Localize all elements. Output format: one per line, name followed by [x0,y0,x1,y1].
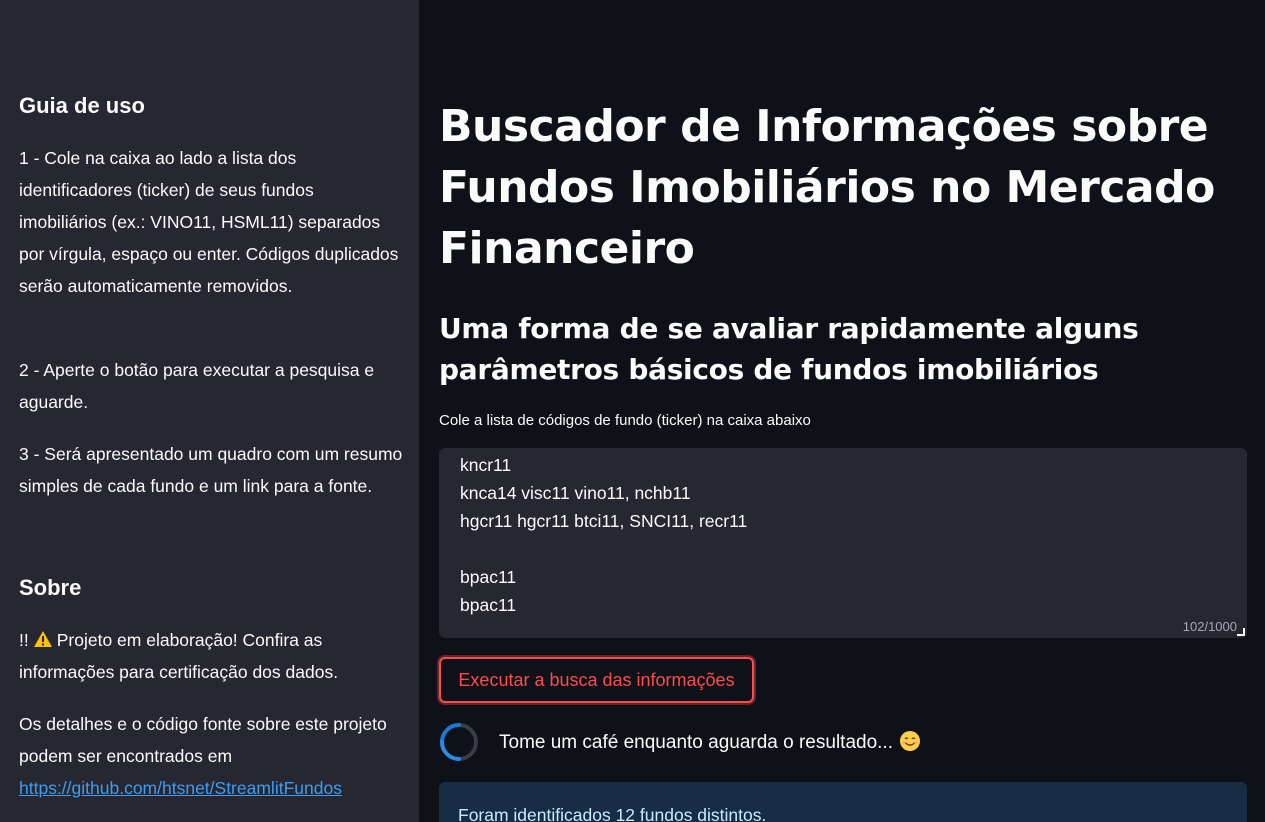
about-details-text: Os detalhes e o código fonte sobre este … [19,714,387,766]
guide-step-1: 1 - Cole na caixa ao lado a lista dos id… [19,148,399,296]
warning-icon [33,631,52,647]
smiling-face-icon [899,731,920,751]
char-counter: 102/1000 [1182,619,1237,634]
notice-prefix: !! [19,630,29,650]
run-search-button[interactable]: Executar a busca das informações [439,657,754,703]
textarea-line: bpac11 [460,595,517,615]
ticker-textarea[interactable]: kncr11 knca14 visc11 vino11, nchb11 hgcr… [439,448,1247,638]
page-subtitle: Uma forma de se avaliar rapidamente algu… [439,312,1139,386]
about-notice: !! Projeto em elaboração! Confira as info… [19,624,404,688]
spinner-message-text: Tome um café enquanto aguarda o resultad… [499,732,893,753]
github-link[interactable]: https://github.com/htsnet/StreamlitFundo… [19,778,342,798]
info-alert: Foram identificados 12 fundos distintos. [439,782,1247,822]
about-title: Sobre [19,575,82,600]
guide-step-2: 2 - Aperte o botão para executar a pesqu… [19,360,375,412]
notice-text: Projeto em elaboração! Confira as inform… [19,630,339,682]
textarea-line: bpac11 [460,567,517,587]
main-content: Buscador de Informações sobre Fundos Imo… [419,0,1265,822]
app: Guia de uso 1 - Cole na caixa ao lado a … [0,0,1265,822]
page-title: Buscador de Informações sobre Fundos Imo… [439,101,1215,274]
sidebar: Guia de uso 1 - Cole na caixa ao lado a … [0,0,419,822]
spinner-message: Tome um café enquanto aguarda o resultad… [499,730,921,754]
textarea-line: kncr11 [460,455,512,475]
guide-step-3: 3 - Será apresentado um quadro com um re… [19,444,403,496]
guide-title: Guia de uso [19,93,145,118]
spinner-icon [440,723,478,761]
ticker-input-label: Cole a lista de códigos de fundo (ticker… [439,412,811,429]
textarea-line: knca14 visc11 vino11, nchb11 [460,483,691,503]
loading-status: Tome um café enquanto aguarda o resultad… [439,722,921,762]
about-details: Os detalhes e o código fonte sobre este … [19,708,404,804]
textarea-line: hgcr11 hgcr11 btci11, SNCI11, recr11 [460,511,748,531]
resize-handle-icon[interactable] [1237,628,1245,636]
textarea-line [460,535,1226,563]
